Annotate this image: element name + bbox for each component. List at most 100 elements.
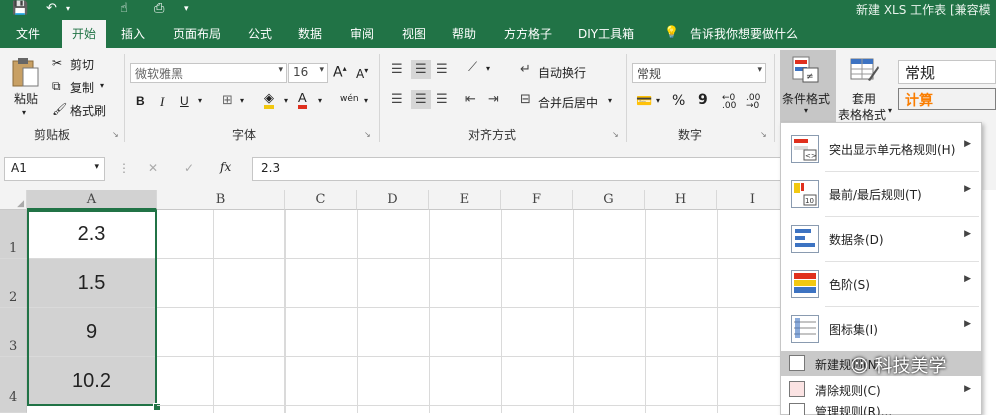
decrease-indent-icon[interactable]: ⇤: [465, 92, 476, 107]
number-launcher-icon[interactable]: ↘: [760, 130, 767, 139]
font-name-box[interactable]: 微软雅黑 ▾: [130, 63, 287, 83]
menu-item-data-bars[interactable]: 数据条(D) ▶: [781, 217, 981, 261]
phonetic-guide-icon[interactable]: wén: [340, 94, 359, 104]
format-as-table-button[interactable]: 套用 表格格式 ▾: [838, 50, 894, 124]
tab-diy-toolbox[interactable]: DIY工具箱: [578, 25, 634, 42]
row-header-1[interactable]: 1: [0, 210, 27, 259]
column-header-g[interactable]: G: [573, 190, 645, 210]
decrease-decimal-icon[interactable]: .00 →0: [746, 94, 760, 111]
borders-icon[interactable]: ⊞: [222, 93, 233, 108]
formula-input[interactable]: 2.3: [252, 157, 782, 181]
increase-indent-icon[interactable]: ⇥: [488, 92, 499, 107]
underline-dropdown-icon[interactable]: ▾: [198, 96, 202, 105]
cut-icon[interactable]: ✂: [52, 56, 62, 70]
menu-item-clear-rules[interactable]: 清除规则(C) ▶: [781, 376, 981, 401]
copy-icon[interactable]: ⧉: [52, 79, 61, 94]
underline-button[interactable]: U: [180, 94, 189, 108]
tab-view[interactable]: 视图: [402, 25, 426, 42]
align-right-icon[interactable]: ☰: [436, 92, 448, 107]
font-launcher-icon[interactable]: ↘: [364, 130, 371, 139]
customize-qat-icon[interactable]: ▾: [184, 4, 189, 14]
align-top-icon[interactable]: ☰: [391, 62, 403, 77]
row-header-2[interactable]: 2: [0, 259, 27, 308]
menu-item-icon-sets[interactable]: 图标集(I) ▶: [781, 307, 981, 351]
paste-dropdown-icon[interactable]: ▾: [22, 108, 26, 117]
tab-page-layout[interactable]: 页面布局: [173, 25, 221, 42]
column-header-e[interactable]: E: [429, 190, 501, 210]
select-all-corner[interactable]: ◢: [0, 190, 27, 210]
column-header-a[interactable]: A: [27, 190, 157, 210]
percent-style-button[interactable]: %: [672, 93, 685, 109]
touch-mode-icon[interactable]: ☝: [120, 1, 128, 16]
align-left-icon[interactable]: ☰: [391, 92, 403, 107]
clipboard-launcher-icon[interactable]: ↘: [112, 130, 119, 139]
format-painter-icon[interactable]: 🖌: [52, 102, 67, 116]
merge-center-button[interactable]: 合并后居中: [538, 94, 598, 111]
font-size-box[interactable]: 16 ▾: [288, 63, 328, 83]
row-header-4[interactable]: 4: [0, 357, 27, 413]
accounting-dropdown-icon[interactable]: ▾: [656, 96, 660, 105]
tab-formulas[interactable]: 公式: [248, 25, 272, 42]
conditional-formatting-button[interactable]: ≠ 条件格式 ▾: [780, 50, 836, 124]
italic-button[interactable]: I: [160, 94, 164, 110]
save-icon[interactable]: 💾: [12, 1, 28, 16]
merge-dropdown-icon[interactable]: ▾: [608, 96, 612, 105]
name-box[interactable]: A1 ▾: [4, 157, 105, 181]
copy-dropdown-icon[interactable]: ▾: [100, 81, 104, 90]
orientation-icon[interactable]: ⟋: [468, 60, 477, 75]
menu-item-highlight-rules[interactable]: <> 突出显示单元格规则(H) ▶: [781, 127, 981, 171]
tab-insert[interactable]: 插入: [121, 25, 145, 42]
increase-decimal-icon[interactable]: ←0.00: [722, 94, 736, 111]
column-header-d[interactable]: D: [357, 190, 429, 210]
accounting-format-icon[interactable]: 💳: [636, 94, 652, 109]
copy-button[interactable]: 复制: [70, 79, 94, 96]
column-header-c[interactable]: C: [285, 190, 357, 210]
tell-me-search[interactable]: 告诉我你想要做什么: [690, 25, 798, 42]
divider: [774, 54, 775, 142]
column-header-h[interactable]: H: [645, 190, 717, 210]
row-header-3[interactable]: 3: [0, 308, 27, 357]
align-middle-icon[interactable]: ☰: [411, 60, 431, 79]
font-color-icon[interactable]: A: [298, 91, 307, 109]
bold-button[interactable]: B: [136, 94, 145, 108]
align-center-icon[interactable]: ☰: [411, 90, 431, 109]
undo-icon[interactable]: ↶: [46, 1, 57, 16]
format-painter-button[interactable]: 格式刷: [70, 102, 106, 119]
column-header-i[interactable]: I: [717, 190, 789, 210]
font-color-dropdown-icon[interactable]: ▾: [318, 96, 322, 105]
menu-item-color-scales[interactable]: 色阶(S) ▶: [781, 262, 981, 306]
cell-style-calc[interactable]: 计算: [898, 88, 996, 110]
cancel-icon[interactable]: ✕: [148, 161, 158, 175]
empty-cells[interactable]: [157, 210, 796, 413]
fill-color-icon[interactable]: ◈: [264, 92, 274, 109]
column-header-b[interactable]: B: [157, 190, 285, 210]
more-options-icon[interactable]: ⋮: [118, 161, 130, 175]
wrap-text-button[interactable]: 自动换行: [538, 64, 586, 81]
insert-function-button[interactable]: fx: [220, 160, 231, 174]
tab-data[interactable]: 数据: [298, 25, 322, 42]
phonetic-dropdown-icon[interactable]: ▾: [364, 96, 368, 105]
print-preview-icon[interactable]: ⎙: [154, 1, 164, 16]
enter-icon[interactable]: ✓: [184, 161, 194, 175]
column-header-f[interactable]: F: [501, 190, 573, 210]
fill-color-dropdown-icon[interactable]: ▾: [284, 96, 288, 105]
tab-file[interactable]: 文件: [16, 25, 40, 42]
paste-icon[interactable]: [10, 56, 44, 88]
shrink-font-button[interactable]: A▾: [356, 66, 368, 81]
comma-style-button[interactable]: 9: [698, 92, 708, 108]
tab-review[interactable]: 审阅: [350, 25, 374, 42]
tab-help[interactable]: 帮助: [452, 25, 476, 42]
tab-fangfang[interactable]: 方方格子: [504, 25, 552, 42]
tab-home[interactable]: 开始: [62, 20, 107, 48]
align-bottom-icon[interactable]: ☰: [436, 62, 448, 77]
undo-dropdown-icon[interactable]: ▾: [66, 4, 70, 13]
menu-item-top-bottom-rules[interactable]: 10 最前/最后规则(T) ▶: [781, 172, 981, 216]
number-format-box[interactable]: 常规 ▾: [632, 63, 766, 83]
cell-style-normal[interactable]: 常规: [898, 60, 996, 84]
grow-font-button[interactable]: A▴: [333, 64, 347, 81]
orientation-dropdown-icon[interactable]: ▾: [486, 64, 490, 73]
paste-button[interactable]: 粘贴: [14, 90, 38, 107]
borders-dropdown-icon[interactable]: ▾: [240, 96, 244, 105]
alignment-launcher-icon[interactable]: ↘: [612, 130, 619, 139]
cut-button[interactable]: 剪切: [70, 56, 94, 73]
